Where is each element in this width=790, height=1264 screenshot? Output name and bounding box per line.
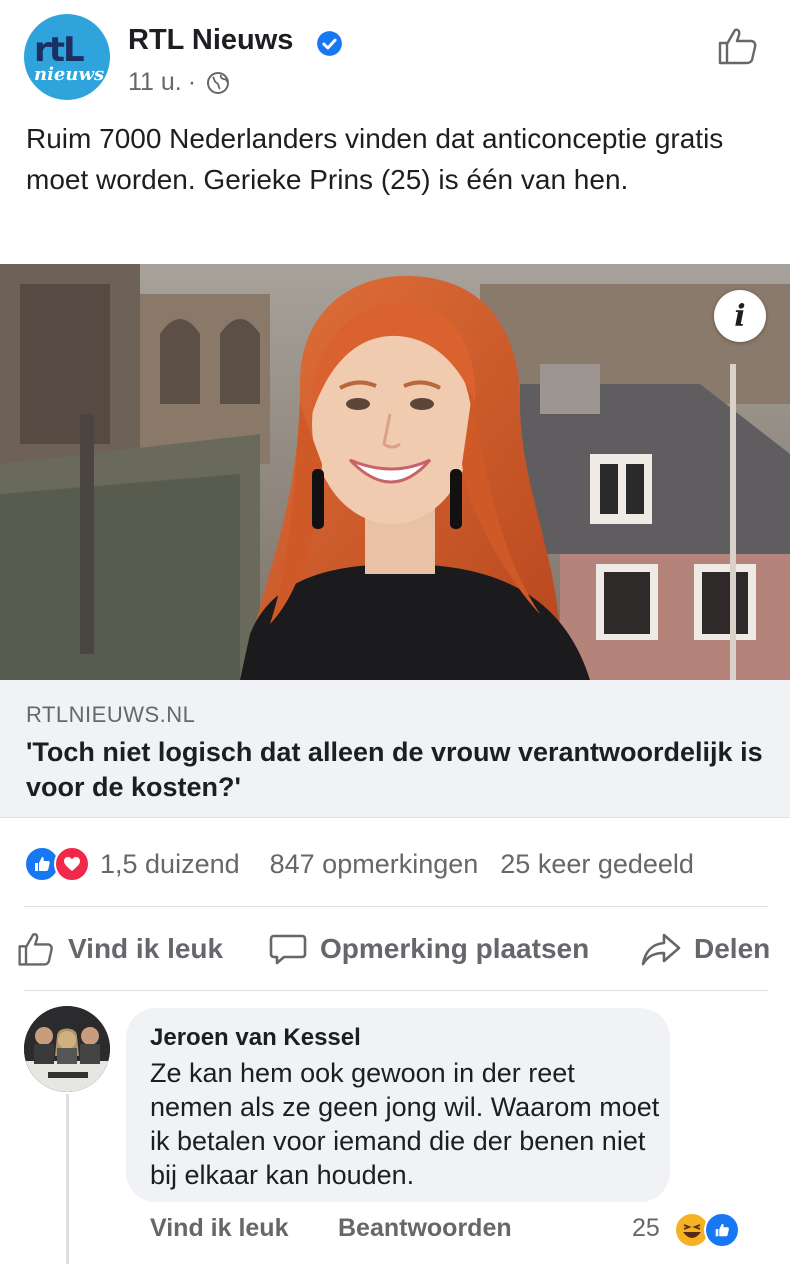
like-button[interactable]: Vind ik leuk <box>16 910 223 988</box>
reaction-count[interactable]: 1,5 duizend <box>100 849 240 880</box>
comment-text: Ze kan hem ook gewoon in der reet nemen … <box>150 1058 660 1190</box>
link-preview[interactable]: RTLNIEUWS.NL 'Toch niet logisch dat alle… <box>0 680 790 818</box>
comment-label: Opmerking plaatsen <box>320 933 590 964</box>
post-caption: Ruim 7000 Nederlanders vinden dat antico… <box>26 123 724 195</box>
comment-bubble-icon <box>269 934 307 965</box>
portrait-photo <box>0 264 790 680</box>
divider <box>24 990 768 991</box>
link-title: 'Toch niet logisch dat alleen de vrouw v… <box>26 737 763 802</box>
globe-icon <box>207 71 230 94</box>
share-count[interactable]: 25 keer gedeeld <box>500 849 694 880</box>
divider <box>24 906 768 907</box>
page-name[interactable]: RTL Nieuws <box>128 24 293 57</box>
share-label: Delen <box>694 933 771 964</box>
post-image[interactable] <box>0 264 790 680</box>
comment-actions: Vind ik leuk Beantwoorden 25 <box>150 1212 770 1252</box>
post-actions: Vind ik leuk Opmerking plaatsen Delen <box>0 910 790 988</box>
verified-badge-icon <box>317 31 342 56</box>
post-header: rtL nieuws RTL Nieuws 11 u. · <box>0 0 790 110</box>
comment-reply-button[interactable]: Beantwoorden <box>338 1214 512 1243</box>
link-domain: RTLNIEUWS.NL <box>26 702 196 727</box>
info-icon[interactable]: i <box>714 290 766 342</box>
commenter-name[interactable]: Jeroen van Kessel <box>150 1024 361 1052</box>
reactions-summary: 1,5 duizend 847 opmerkingen 25 keer gede… <box>24 842 774 886</box>
share-button[interactable]: Delen <box>640 910 770 988</box>
like-reaction-icon[interactable] <box>704 1212 740 1248</box>
post-meta: 11 u. · <box>128 68 230 97</box>
reaction-icons[interactable] <box>24 844 96 884</box>
love-reaction-icon <box>54 846 90 882</box>
like-label: Vind ik leuk <box>68 933 224 964</box>
avatar-photo <box>24 1006 110 1092</box>
comment-bubble[interactable]: Jeroen van Kessel Ze kan hem ook gewoon … <box>126 1008 670 1202</box>
comment-reaction-count[interactable]: 25 <box>632 1214 660 1243</box>
avatar-logo-bottom: nieuws <box>34 64 105 85</box>
share-arrow-icon <box>641 933 681 966</box>
comment-count[interactable]: 847 opmerkingen <box>270 849 479 880</box>
meta-separator: · <box>187 68 197 96</box>
comment-button[interactable]: Opmerking plaatsen <box>268 910 589 988</box>
thumbs-up-icon[interactable] <box>716 24 760 68</box>
comment-thread-line <box>66 1094 69 1264</box>
post-time[interactable]: 11 u. <box>128 68 182 97</box>
commenter-avatar[interactable] <box>24 1006 110 1092</box>
thumbs-up-icon <box>18 933 53 966</box>
page-avatar[interactable]: rtL nieuws <box>24 14 110 100</box>
comment-like-button[interactable]: Vind ik leuk <box>150 1214 288 1243</box>
